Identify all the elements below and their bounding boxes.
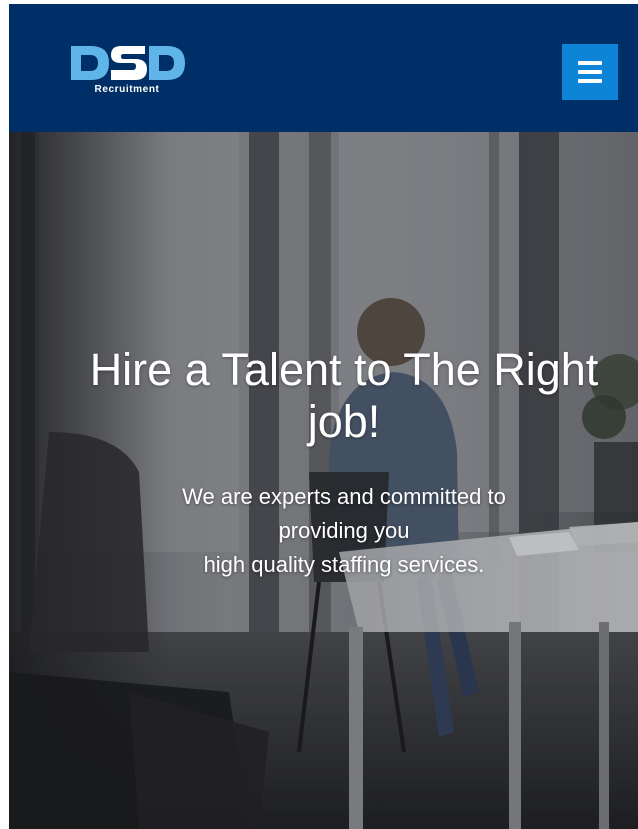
hero-text-line: high quality staffing services. [203,552,485,577]
menu-toggle-button[interactable] [562,44,618,100]
page-frame: Recruitment Hire a Talent to The Right j… [9,4,638,829]
hero-description: We are experts and committed to providin… [109,480,579,582]
hero-text-line: providing you [278,518,410,543]
hamburger-menu-icon [578,61,602,83]
hero-section: Hire a Talent to The Right job! We are e… [9,132,638,829]
brand-logo[interactable]: Recruitment [69,44,187,104]
hero-text-line: We are experts and committed to [182,484,506,509]
dsd-logo-mark [71,46,185,80]
hero-title: Hire a Talent to The Right job! [89,344,599,447]
logo-subtitle: Recruitment [94,84,160,95]
site-header: Recruitment [9,4,638,132]
